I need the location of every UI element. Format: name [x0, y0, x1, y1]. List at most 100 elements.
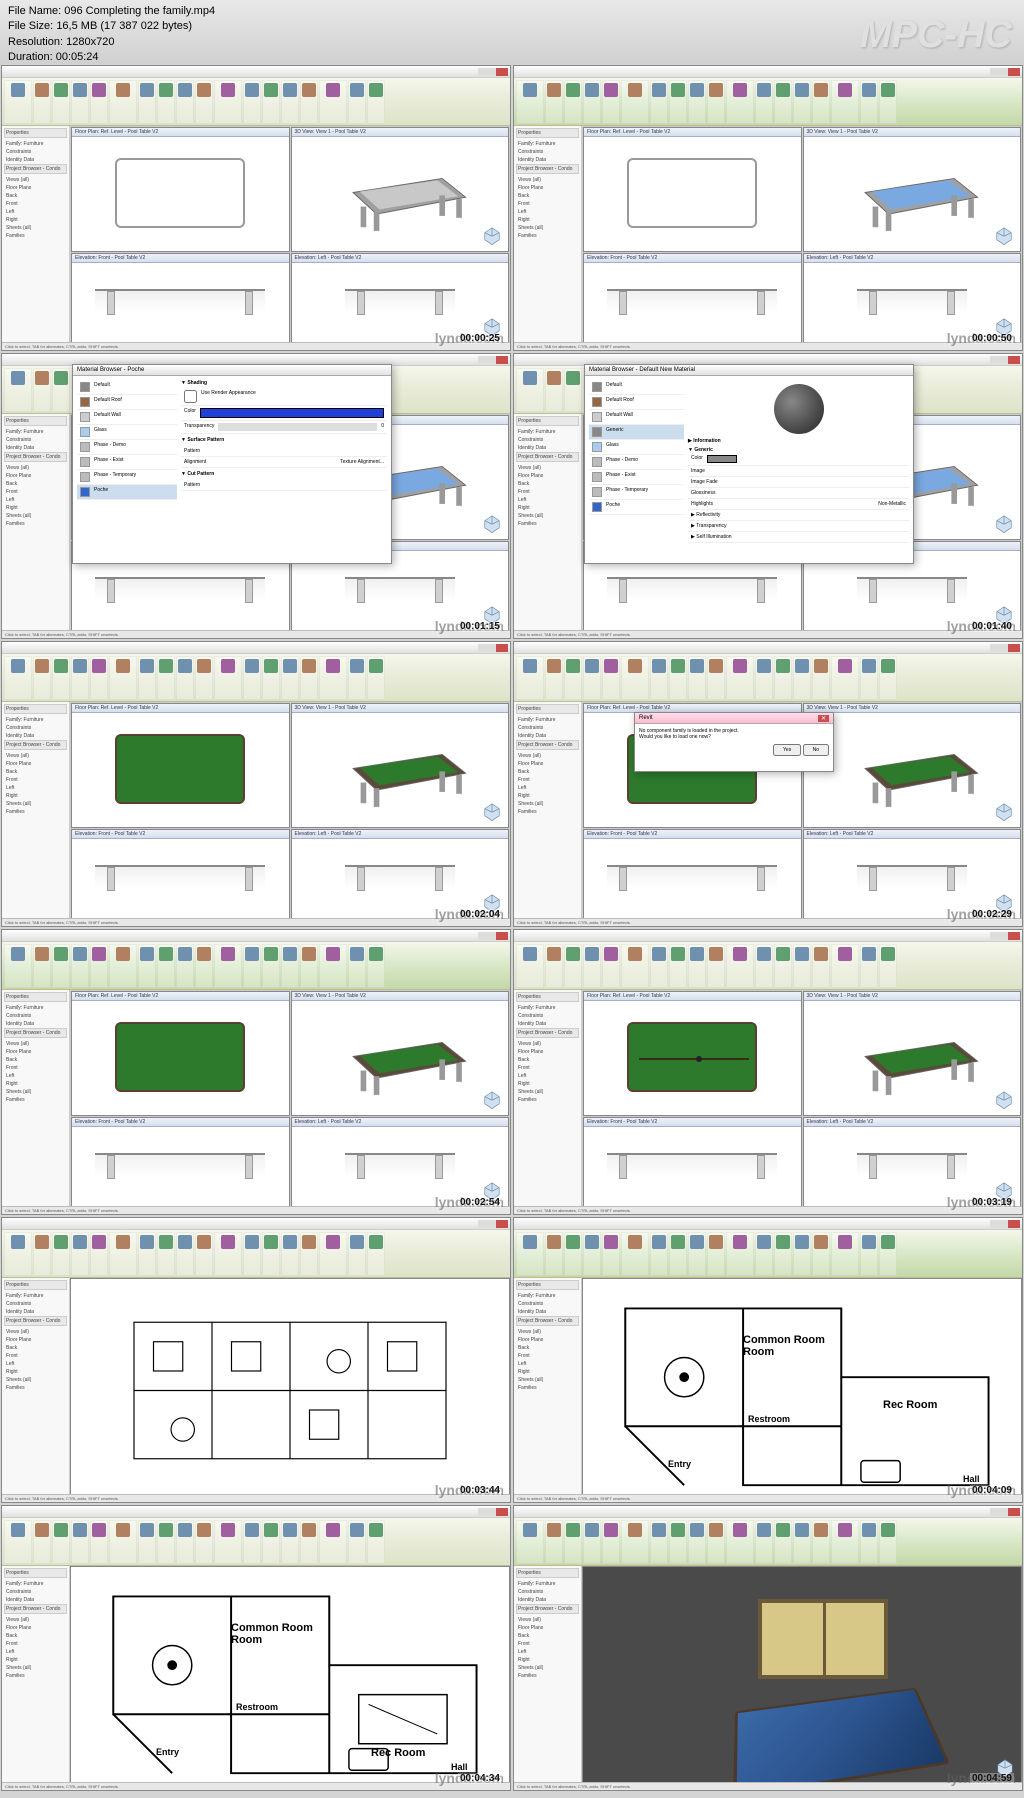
ribbon-button[interactable]: [281, 944, 299, 988]
ribbon-button[interactable]: [774, 1232, 792, 1276]
ribbon-button[interactable]: [564, 656, 582, 700]
ribbon-button[interactable]: [195, 1520, 213, 1564]
ribbon-button[interactable]: [621, 656, 649, 700]
tree-item[interactable]: Families: [516, 1672, 579, 1680]
ribbon-button[interactable]: [262, 1232, 280, 1276]
material-row[interactable]: Phase - Exist: [589, 470, 684, 485]
tree-item[interactable]: Sheets (all): [516, 224, 579, 232]
tree-item[interactable]: Views (all): [516, 1328, 579, 1336]
ribbon-button[interactable]: [52, 1520, 70, 1564]
ribbon-button[interactable]: [157, 944, 175, 988]
tree-item[interactable]: Families: [4, 520, 67, 528]
tree-item[interactable]: Views (all): [516, 1616, 579, 1624]
ribbon-button[interactable]: [726, 1232, 754, 1276]
tree-item[interactable]: Floor Plans: [516, 760, 579, 768]
ribbon-button[interactable]: [367, 1520, 385, 1564]
video-thumbnail[interactable]: Properties Family: Furniture Constraints…: [513, 353, 1023, 639]
ribbon-button[interactable]: [774, 656, 792, 700]
tree-item[interactable]: Right: [4, 1656, 67, 1664]
tree-item[interactable]: Left: [4, 784, 67, 792]
ribbon-button[interactable]: [281, 656, 299, 700]
tree-item[interactable]: Views (all): [516, 752, 579, 760]
tree-item[interactable]: Views (all): [516, 1040, 579, 1048]
viewport-plan[interactable]: [70, 1278, 510, 1496]
tree-item[interactable]: Views (all): [516, 176, 579, 184]
ribbon-button[interactable]: [516, 80, 544, 124]
ribbon-button[interactable]: [707, 1520, 725, 1564]
ribbon-button[interactable]: [669, 944, 687, 988]
ribbon-button[interactable]: [831, 80, 859, 124]
self-illum-row[interactable]: ▶ Self Illumination: [688, 532, 909, 543]
viewport-3d-render[interactable]: [582, 1566, 1022, 1784]
ribbon-button[interactable]: [262, 1520, 280, 1564]
ribbon-button[interactable]: [214, 944, 242, 988]
tree-item[interactable]: Back: [516, 1344, 579, 1352]
ribbon-button[interactable]: [650, 656, 668, 700]
viewport-plan[interactable]: Common RoomRoom Restroom Rec Room Entry …: [582, 1278, 1022, 1496]
tree-item[interactable]: Sheets (all): [516, 512, 579, 520]
tree-item[interactable]: Back: [516, 1632, 579, 1640]
tree-item[interactable]: Families: [4, 1096, 67, 1104]
ribbon-button[interactable]: [52, 944, 70, 988]
tree-item[interactable]: Front: [4, 776, 67, 784]
ribbon-button[interactable]: [516, 368, 544, 412]
video-thumbnail[interactable]: Properties Family: Furniture Constraints…: [513, 929, 1023, 1215]
transparency-row[interactable]: ▶ Transparency: [688, 521, 909, 532]
ribbon-button[interactable]: [33, 1232, 51, 1276]
ribbon-button[interactable]: [33, 656, 51, 700]
viewport-elev-front[interactable]: Elevation: Front - Pool Table V2: [583, 829, 802, 919]
tree-item[interactable]: Front: [516, 1064, 579, 1072]
tree-item[interactable]: Views (all): [4, 1616, 67, 1624]
ribbon-button[interactable]: [138, 1520, 156, 1564]
ribbon-button[interactable]: [545, 368, 563, 412]
tree-item[interactable]: Families: [4, 1672, 67, 1680]
ribbon-button[interactable]: [650, 80, 668, 124]
ribbon-button[interactable]: [367, 1232, 385, 1276]
ribbon-button[interactable]: [319, 1520, 347, 1564]
tree-item[interactable]: Sheets (all): [516, 800, 579, 808]
tree-item[interactable]: Front: [4, 200, 67, 208]
tree-item[interactable]: Sheets (all): [4, 1376, 67, 1384]
ribbon-button[interactable]: [157, 80, 175, 124]
ribbon-button[interactable]: [831, 944, 859, 988]
close-icon[interactable]: ✕: [818, 715, 829, 722]
viewport-plan[interactable]: Floor Plan: Ref. Level - Pool Table V2: [583, 991, 802, 1116]
ribbon-button[interactable]: [300, 80, 318, 124]
material-row-selected[interactable]: Poche: [77, 485, 177, 500]
ribbon-button[interactable]: [688, 1232, 706, 1276]
material-row[interactable]: Phase - Temporary: [589, 485, 684, 500]
ribbon-button[interactable]: [243, 80, 261, 124]
video-thumbnail[interactable]: Properties Family: Furniture Constraints…: [513, 1505, 1023, 1791]
tree-item[interactable]: Families: [516, 232, 579, 240]
tree-item[interactable]: Floor Plans: [4, 472, 67, 480]
ribbon-button[interactable]: [583, 1232, 601, 1276]
tree-item[interactable]: Front: [4, 1640, 67, 1648]
tree-item[interactable]: Front: [516, 776, 579, 784]
ribbon-button[interactable]: [707, 80, 725, 124]
ribbon-button[interactable]: [755, 1520, 773, 1564]
ribbon-button[interactable]: [564, 368, 582, 412]
ribbon-button[interactable]: [138, 1232, 156, 1276]
ribbon-button[interactable]: [707, 656, 725, 700]
tree-item[interactable]: Left: [4, 1072, 67, 1080]
ribbon-button[interactable]: [793, 656, 811, 700]
tree-item[interactable]: Families: [516, 1096, 579, 1104]
ribbon-button[interactable]: [726, 1520, 754, 1564]
viewport-plan[interactable]: Floor Plan: Ref. Level - Pool Table V2: [583, 127, 802, 252]
ribbon-button[interactable]: [348, 944, 366, 988]
video-thumbnail[interactable]: Properties Family: Furniture Constraints…: [513, 641, 1023, 927]
ribbon-button[interactable]: [621, 1232, 649, 1276]
viewport-elev-front[interactable]: Elevation: Front - Pool Table V2: [71, 1117, 290, 1207]
ribbon-button[interactable]: [812, 944, 830, 988]
tree-item[interactable]: Left: [516, 1360, 579, 1368]
tree-item[interactable]: Sheets (all): [4, 512, 67, 520]
tree-item[interactable]: Families: [4, 1384, 67, 1392]
view-cube-icon[interactable]: [480, 1087, 504, 1111]
ribbon-button[interactable]: [52, 1232, 70, 1276]
viewport-3d[interactable]: 3D View: View 1 - Pool Table V2: [291, 991, 510, 1116]
tree-item[interactable]: Right: [4, 1080, 67, 1088]
tree-item[interactable]: Sheets (all): [4, 224, 67, 232]
tree-item[interactable]: Families: [4, 232, 67, 240]
viewport-3d[interactable]: 3D View: View 1 - Pool Table V2: [803, 991, 1022, 1116]
tree-item[interactable]: Floor Plans: [4, 1336, 67, 1344]
